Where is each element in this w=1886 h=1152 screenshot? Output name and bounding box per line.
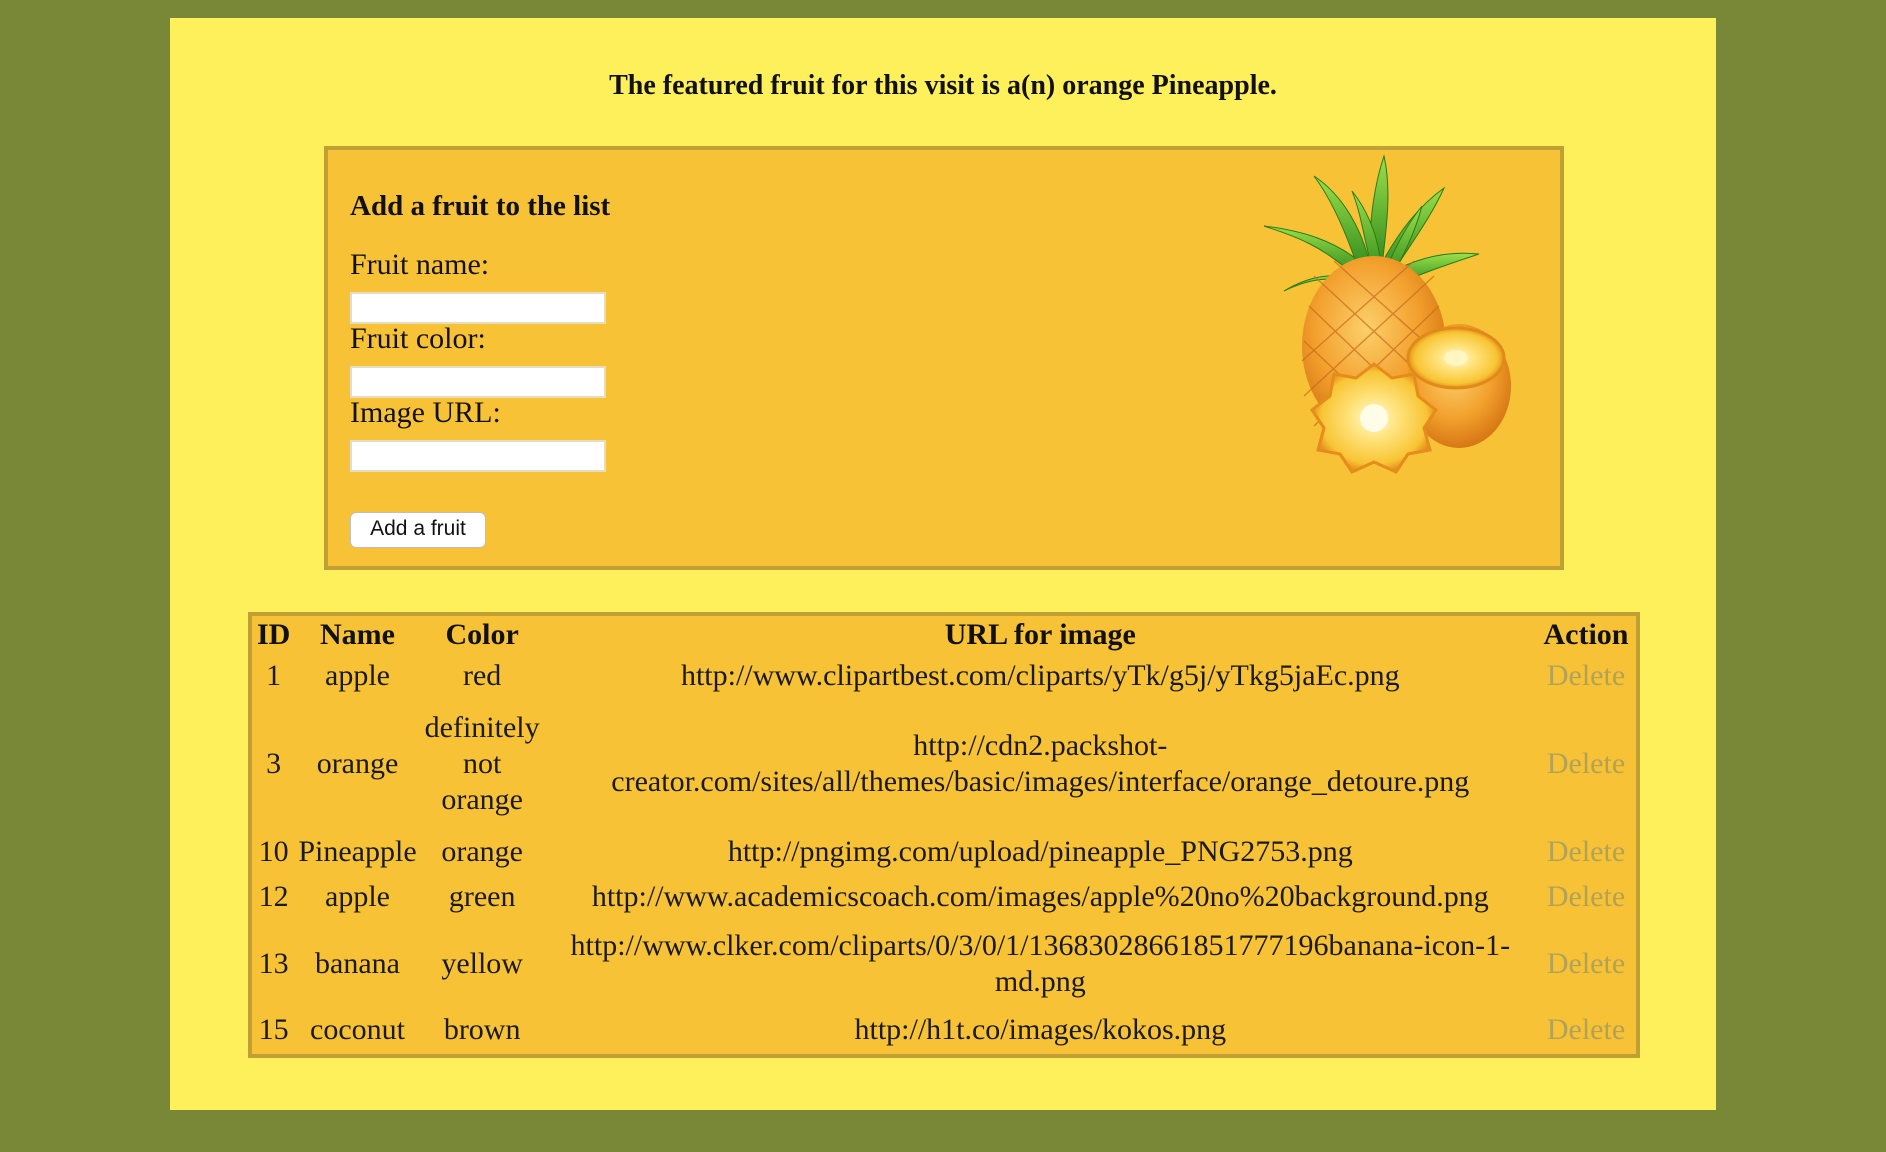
cell-url: http://www.academicscoach.com/images/app… (591, 880, 1489, 914)
add-fruit-button[interactable]: Add a fruit (350, 512, 486, 548)
table-row: 1 apple red http://www.clipartbest.com/c… (254, 654, 1634, 697)
add-fruit-form: Add a fruit to the list Fruit name: Frui… (324, 146, 1564, 570)
cell-color: green (448, 880, 516, 914)
cell-color: brown (443, 1013, 521, 1047)
cell-name: banana (315, 946, 400, 980)
table-header-row: ID Name Color URL for image Action (254, 618, 1634, 652)
form-heading: Add a fruit to the list (350, 190, 611, 222)
fruit-table: ID Name Color URL for image Action 1 app… (248, 612, 1640, 1058)
cell-name: Pineapple (298, 834, 417, 868)
image-url-input[interactable] (350, 440, 606, 472)
cell-id: 3 (266, 746, 282, 780)
cell-name: coconut (310, 1013, 405, 1047)
cell-url: http://www.clker.com/cliparts/0/3/0/1/13… (570, 928, 1511, 998)
delete-link[interactable]: Delete (1547, 880, 1625, 913)
delete-link[interactable]: Delete (1547, 1013, 1625, 1046)
cell-url: http://www.clipartbest.com/cliparts/yTk/… (680, 658, 1400, 692)
cell-color: definitely not orange (424, 710, 540, 816)
cell-name: apple (325, 880, 390, 914)
cell-id: 13 (258, 946, 289, 980)
delete-link[interactable]: Delete (1547, 947, 1625, 980)
table-row: 13 banana yellow http://www.clker.com/cl… (254, 921, 1634, 1007)
delete-link[interactable]: Delete (1547, 659, 1625, 692)
cell-color: orange (441, 834, 523, 868)
fruit-color-input[interactable] (350, 366, 606, 398)
delete-link[interactable]: Delete (1547, 747, 1625, 780)
cell-name: apple (325, 658, 390, 692)
cell-id: 10 (258, 834, 289, 868)
header-url: URL for image (944, 618, 1136, 651)
cell-id: 12 (258, 880, 289, 914)
fruit-name-label: Fruit name: (350, 248, 490, 281)
fruit-color-label: Fruit color: (350, 322, 486, 355)
table-row: 15 coconut brown http://h1t.co/images/ko… (254, 1009, 1634, 1052)
delete-link[interactable]: Delete (1547, 835, 1625, 868)
table-row: 10 Pineapple orange http://pngimg.com/up… (254, 830, 1634, 873)
pineapple-image (1263, 154, 1511, 474)
fruit-name-input[interactable] (350, 292, 606, 324)
header-id: ID (257, 618, 291, 651)
cell-url: http://h1t.co/images/kokos.png (854, 1013, 1227, 1047)
header-action: Action (1543, 618, 1629, 651)
cell-name: orange (316, 746, 399, 780)
cell-color: red (462, 658, 502, 692)
table-row: 3 orange definitely not orange http://cd… (254, 699, 1634, 828)
header-color: Color (445, 618, 519, 651)
cell-id: 15 (258, 1013, 289, 1047)
table-row: 12 apple green http://www.academicscoach… (254, 876, 1634, 919)
cell-id: 1 (266, 658, 282, 692)
featured-fruit-text: The featured fruit for this visit is a(n… (609, 70, 1277, 101)
cell-url: http://pngimg.com/upload/pineapple_PNG27… (727, 834, 1353, 868)
header-name: Name (320, 618, 395, 651)
page-container: The featured fruit for this visit is a(n… (170, 18, 1716, 1110)
image-url-label: Image URL: (350, 396, 501, 429)
cell-color: yellow (441, 946, 523, 980)
cell-url: http://cdn2.packshot-creator.com/sites/a… (611, 728, 1470, 798)
